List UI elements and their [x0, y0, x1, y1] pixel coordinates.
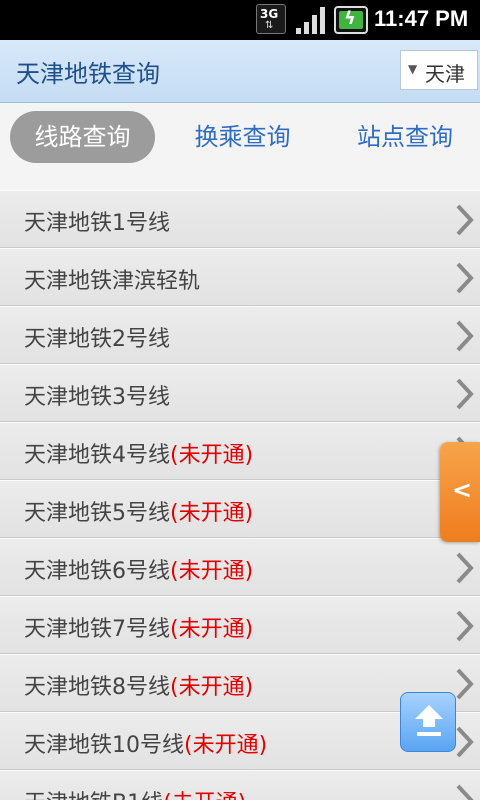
- line-name: 天津地铁7号线(未开通): [24, 617, 254, 642]
- chevron-right-icon: [456, 610, 474, 642]
- scroll-to-top-button[interactable]: [400, 692, 456, 752]
- tab-transfer-query[interactable]: 换乘查询: [180, 111, 305, 163]
- list-item-line-6[interactable]: 天津地铁6号线(未开通): [0, 538, 480, 596]
- line-name: 天津地铁津滨轻轨: [24, 269, 201, 294]
- page-title: 天津地铁查询: [16, 60, 160, 88]
- line-name: 天津地铁2号线: [24, 327, 170, 352]
- city-selector-value: 天津: [425, 62, 465, 86]
- arrow-up-icon: [415, 705, 443, 736]
- status-bar: 3G ⇅ ϟ 11:47 PM: [0, 0, 480, 40]
- data-arrows-icon: ⇅: [265, 20, 274, 31]
- line-name: 天津地铁10号线(未开通): [24, 733, 268, 758]
- signal-strength-icon: [296, 7, 325, 34]
- list-item-line-jinbin[interactable]: 天津地铁津滨轻轨: [0, 248, 480, 306]
- chevron-right-icon: [456, 552, 474, 584]
- city-selector[interactable]: ▼ 天津: [400, 50, 478, 90]
- app-header: 天津地铁查询 ▼ 天津: [0, 40, 480, 103]
- chevron-right-icon: [456, 320, 474, 352]
- list-item-line-1[interactable]: 天津地铁1号线: [0, 190, 480, 248]
- list-item-line-2[interactable]: 天津地铁2号线: [0, 306, 480, 364]
- line-name: 天津地铁4号线(未开通): [24, 443, 254, 468]
- side-menu-tab[interactable]: <: [440, 442, 480, 542]
- chevron-right-icon: [456, 262, 474, 294]
- chevron-right-icon: [456, 668, 474, 700]
- chevron-left-icon: <: [452, 476, 473, 504]
- line-name: 天津地铁3号线: [24, 385, 170, 410]
- chevron-right-icon: [456, 378, 474, 410]
- list-item-line-4[interactable]: 天津地铁4号线(未开通): [0, 422, 480, 480]
- chevron-right-icon: [456, 204, 474, 236]
- chevron-right-icon: [456, 784, 474, 800]
- dropdown-arrow-icon: ▼: [408, 62, 418, 76]
- list-item-line-5[interactable]: 天津地铁5号线(未开通): [0, 480, 480, 538]
- line-name: 天津地铁5号线(未开通): [24, 501, 254, 526]
- list-item-line-b1[interactable]: 天津地铁B1线(未开通): [0, 770, 480, 800]
- tab-line-query[interactable]: 线路查询: [10, 111, 155, 163]
- tab-station-query[interactable]: 站点查询: [345, 111, 465, 163]
- chevron-right-icon: [456, 726, 474, 758]
- status-time: 11:47 PM: [374, 6, 469, 31]
- list-item-line-3[interactable]: 天津地铁3号线: [0, 364, 480, 422]
- network-3g-icon: 3G ⇅: [256, 4, 286, 34]
- list-item-line-7[interactable]: 天津地铁7号线(未开通): [0, 596, 480, 654]
- line-name: 天津地铁6号线(未开通): [24, 559, 254, 584]
- line-name: 天津地铁B1线(未开通): [24, 785, 246, 800]
- network-type-label: 3G: [260, 7, 279, 21]
- battery-charging-icon: ϟ: [334, 6, 368, 34]
- query-tabs: 线路查询 换乘查询 站点查询: [0, 103, 480, 193]
- line-name: 天津地铁8号线(未开通): [24, 675, 254, 700]
- line-name: 天津地铁1号线: [24, 211, 170, 236]
